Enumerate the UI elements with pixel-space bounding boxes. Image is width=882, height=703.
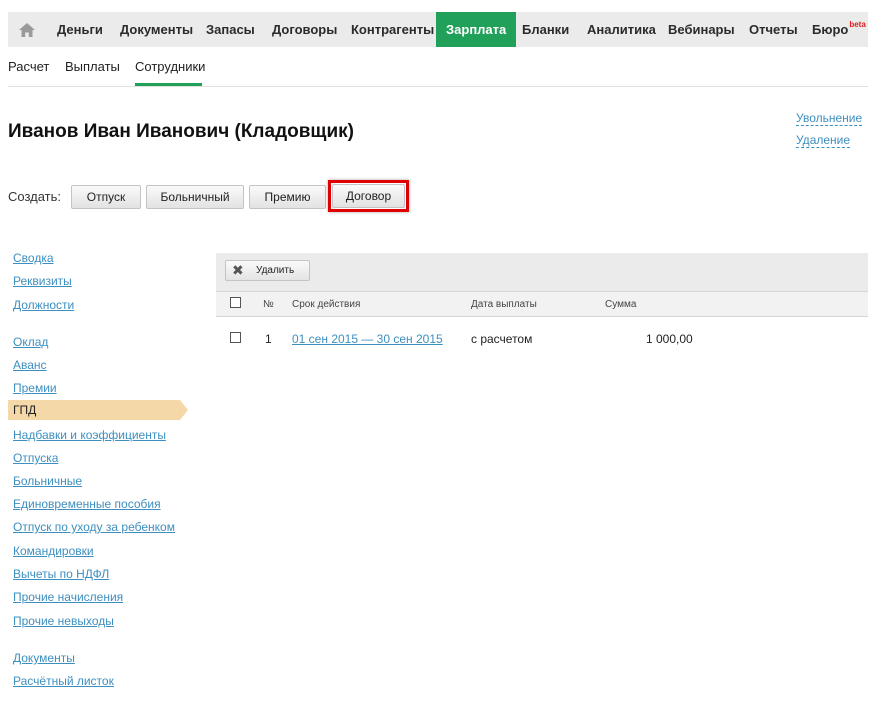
page-title: Иванов Иван Иванович (Кладовщик) — [8, 121, 354, 142]
nav-item-counterparties[interactable]: Контрагенты — [351, 12, 434, 47]
column-amount: Сумма — [605, 299, 637, 310]
sidebar-item-tax-deductions[interactable]: Вычеты по НДФЛ — [13, 567, 109, 581]
sidebar-item-positions[interactable]: Должности — [13, 298, 74, 312]
sidebar-item-business-trips[interactable]: Командировки — [13, 544, 94, 558]
subnav-employees[interactable]: Сотрудники — [135, 59, 205, 74]
create-sick-leave-button[interactable]: Больничный — [146, 185, 244, 209]
subnav-calculation[interactable]: Расчет — [8, 59, 49, 74]
nav-item-stock[interactable]: Запасы — [206, 12, 255, 47]
nav-item-money[interactable]: Деньги — [57, 12, 103, 47]
subnav-payments[interactable]: Выплаты — [65, 59, 120, 74]
column-period: Срок действия — [292, 299, 361, 310]
row-payment-date: с расчетом — [471, 332, 533, 346]
sidebar-item-sick-leaves[interactable]: Больничные — [13, 474, 82, 488]
row-amount: 1 000,00 — [646, 332, 693, 346]
sidebar-active-arrow — [180, 400, 188, 420]
sidebar-item-requisites[interactable]: Реквизиты — [13, 274, 72, 288]
home-icon — [19, 22, 35, 37]
create-bonus-button[interactable]: Премию — [249, 185, 326, 209]
create-vacation-button[interactable]: Отпуск — [71, 185, 141, 209]
sidebar-item-other-absences[interactable]: Прочие невыходы — [13, 614, 114, 628]
table-toolbar — [216, 253, 868, 291]
sidebar-item-documents[interactable]: Документы — [13, 651, 75, 665]
sidebar-item-vacations[interactable]: Отпуска — [13, 451, 58, 465]
subnav-divider — [8, 86, 868, 87]
column-payment-date: Дата выплаты — [471, 299, 537, 310]
delete-employee-link[interactable]: Удаление — [796, 133, 851, 148]
home-button[interactable] — [8, 12, 46, 47]
sidebar-item-parental-leave[interactable]: Отпуск по уходу за ребенком — [13, 520, 175, 534]
sidebar-item-allowances[interactable]: Надбавки и коэффициенты — [13, 428, 166, 442]
nav-item-analytics[interactable]: Аналитика — [587, 12, 656, 47]
select-all-checkbox[interactable] — [230, 297, 241, 308]
row-period-link[interactable]: 01 сен 2015 — 30 сен 2015 — [292, 332, 443, 346]
dismissal-link[interactable]: Увольнение — [796, 111, 863, 126]
nav-item-webinars[interactable]: Вебинары — [668, 12, 735, 47]
sidebar-item-one-time-benefits[interactable]: Единовременные пособия — [13, 497, 161, 511]
sidebar-item-advance[interactable]: Аванс — [13, 358, 47, 372]
nav-item-forms[interactable]: Бланки — [522, 12, 569, 47]
highlight-frame — [328, 180, 409, 212]
nav-item-salary[interactable]: Зарплата — [436, 12, 517, 47]
nav-item-bureau[interactable]: Бюроbeta — [812, 12, 866, 47]
nav-item-bureau-label: Бюро — [812, 22, 849, 37]
nav-item-documents[interactable]: Документы — [120, 12, 193, 47]
nav-item-reports[interactable]: Отчеты — [749, 12, 798, 47]
sidebar-item-payslip[interactable]: Расчётный листок — [13, 674, 114, 688]
sidebar-item-bonuses[interactable]: Премии — [13, 381, 57, 395]
row-checkbox[interactable] — [230, 332, 241, 343]
row-number: 1 — [265, 332, 272, 346]
beta-badge: beta — [849, 20, 866, 29]
delete-button-label: Удалить — [256, 265, 295, 276]
create-label: Создать: — [8, 189, 62, 204]
sidebar-item-salary[interactable]: Оклад — [13, 335, 48, 349]
column-number: № — [263, 299, 274, 310]
sidebar-item-summary[interactable]: Сводка — [13, 251, 54, 265]
nav-item-contracts[interactable]: Договоры — [272, 12, 337, 47]
sidebar-item-other-accruals[interactable]: Прочие начисления — [13, 590, 123, 604]
sidebar-item-gpd-label: ГПД — [13, 403, 37, 417]
close-icon: ✖ — [232, 262, 244, 278]
